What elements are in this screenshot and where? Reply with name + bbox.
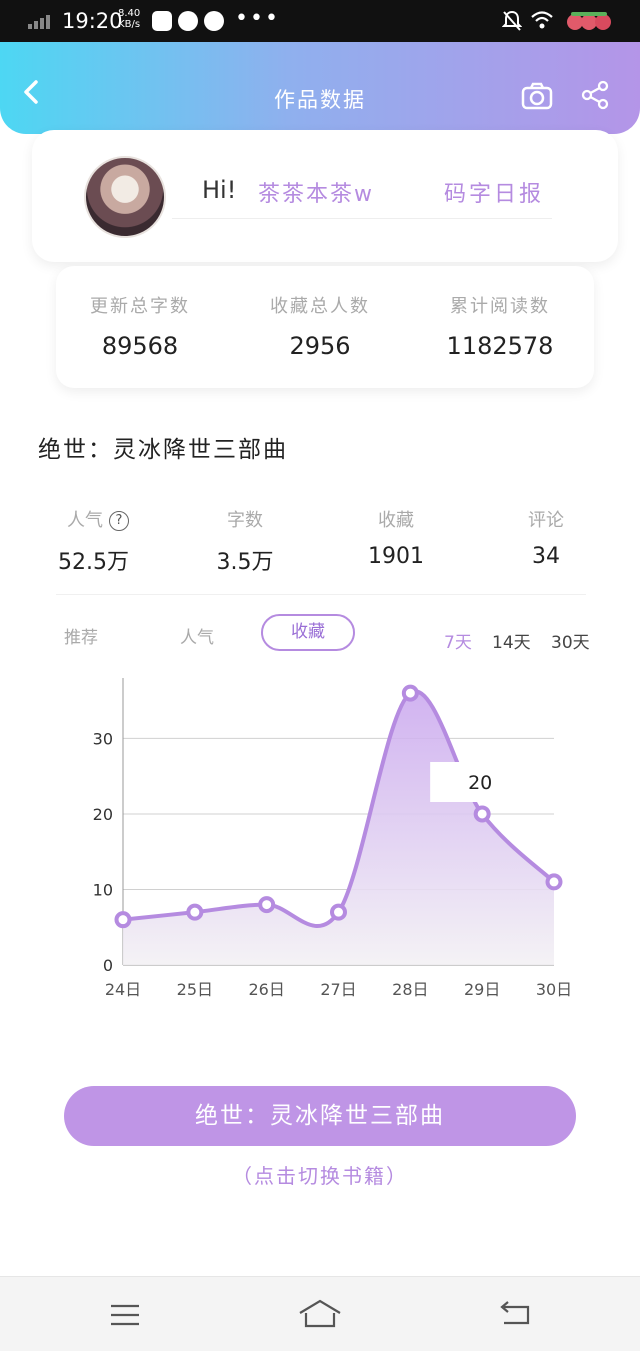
range-14d[interactable]: 14天	[492, 628, 531, 653]
home-icon[interactable]	[298, 1299, 342, 1329]
stat-label: 累计阅读数	[450, 296, 550, 317]
net-speed-unit: KB/s	[118, 19, 141, 30]
ball-app-icon	[204, 11, 224, 31]
series-area	[123, 691, 554, 965]
x-tick-label: 30日	[536, 980, 572, 999]
avatar[interactable]	[84, 156, 166, 238]
stat-label: 收藏总人数	[270, 296, 370, 317]
daily-report-link[interactable]: 码字日报	[444, 176, 544, 208]
system-nav-bar	[0, 1276, 640, 1351]
net-speed-value: 8.40	[118, 8, 141, 19]
stat-total-favorites: 收藏总人数 2956	[230, 292, 410, 360]
stats-card: 更新总字数 89568 收藏总人数 2956 累计阅读数 1182578	[56, 266, 594, 388]
battery-strawberry-icon	[567, 12, 611, 30]
x-tick-label: 26日	[248, 980, 284, 999]
y-tick-label: 30	[93, 729, 113, 748]
calendar-app-icon	[152, 11, 172, 31]
metric-label: 人气	[67, 510, 103, 531]
switch-book-hint[interactable]: （点击切换书籍）	[0, 1160, 640, 1189]
metric-value: 1901	[368, 544, 424, 569]
tab-recommend[interactable]: 推荐	[64, 623, 98, 648]
app-header: 作品数据	[0, 42, 640, 134]
data-point	[114, 911, 132, 929]
book-switch-button[interactable]: 绝世：灵冰降世三部曲	[64, 1086, 576, 1146]
book-title: 绝世：灵冰降世三部曲	[38, 437, 288, 463]
data-point	[401, 684, 419, 702]
wifi-icon	[531, 11, 553, 29]
metric-label: 收藏	[378, 510, 414, 531]
stat-value: 89568	[101, 332, 179, 360]
stat-label: 更新总字数	[90, 296, 190, 317]
profile-card: Hi! 茶茶本茶w 码字日报	[32, 130, 618, 262]
pinwheel-app-icon	[178, 11, 198, 31]
tab-favorites[interactable]: 收藏	[261, 614, 355, 651]
share-icon[interactable]	[580, 80, 610, 110]
tooltip-value: 20	[468, 772, 492, 794]
metric-label: 字数	[227, 510, 263, 531]
x-tick-label: 24日	[105, 980, 141, 999]
metric-favorites: 收藏 1901	[356, 506, 436, 569]
metric-popularity: 人气? 52.5万	[58, 506, 138, 576]
clock: 19:20	[62, 9, 123, 33]
metric-value: 3.5万	[216, 550, 274, 575]
data-point	[473, 805, 491, 823]
stat-value: 1182578	[446, 332, 554, 360]
stat-value: 2956	[289, 332, 351, 360]
help-icon[interactable]: ?	[109, 511, 129, 531]
profile-divider	[172, 218, 552, 219]
back-nav-icon[interactable]	[498, 1301, 532, 1327]
y-tick-label: 20	[93, 805, 113, 824]
camera-icon[interactable]	[521, 82, 553, 110]
metric-words: 字数 3.5万	[205, 506, 285, 576]
metric-value: 34	[532, 544, 560, 569]
range-7d[interactable]: 7天	[444, 628, 472, 653]
mute-bell-icon	[502, 10, 522, 31]
net-speed: 8.40 KB/s	[118, 8, 140, 30]
username: 茶茶本茶w	[258, 182, 374, 207]
data-point	[330, 903, 347, 921]
stat-total-words: 更新总字数 89568	[50, 292, 230, 360]
x-tick-label: 29日	[464, 980, 500, 999]
x-tick-label: 27日	[320, 980, 356, 999]
metric-label: 评论	[528, 510, 564, 531]
stat-total-reads: 累计阅读数 1182578	[410, 292, 590, 360]
metrics-divider	[56, 594, 586, 595]
greeting: Hi!	[202, 176, 237, 204]
x-tick-label: 28日	[392, 980, 428, 999]
data-point	[258, 896, 276, 914]
menu-icon[interactable]	[110, 1303, 140, 1327]
status-bar: 19:20 8.40 KB/s •••	[0, 0, 640, 42]
tab-popularity[interactable]: 人气	[180, 623, 214, 648]
signal-icon	[28, 13, 56, 29]
metric-comments: 评论 34	[506, 506, 586, 569]
y-tick-label: 0	[103, 956, 113, 975]
more-notifications-icon: •••	[235, 6, 280, 31]
metric-value: 52.5万	[58, 550, 129, 575]
favorites-line-chart: 0 10 20 30 24日 25日 26日 27日 28日 29日 30日 20	[93, 678, 572, 999]
data-point	[545, 873, 563, 891]
range-30d[interactable]: 30天	[551, 628, 590, 653]
data-point	[186, 903, 204, 921]
x-tick-label: 25日	[177, 980, 213, 999]
y-tick-label: 10	[93, 880, 113, 899]
